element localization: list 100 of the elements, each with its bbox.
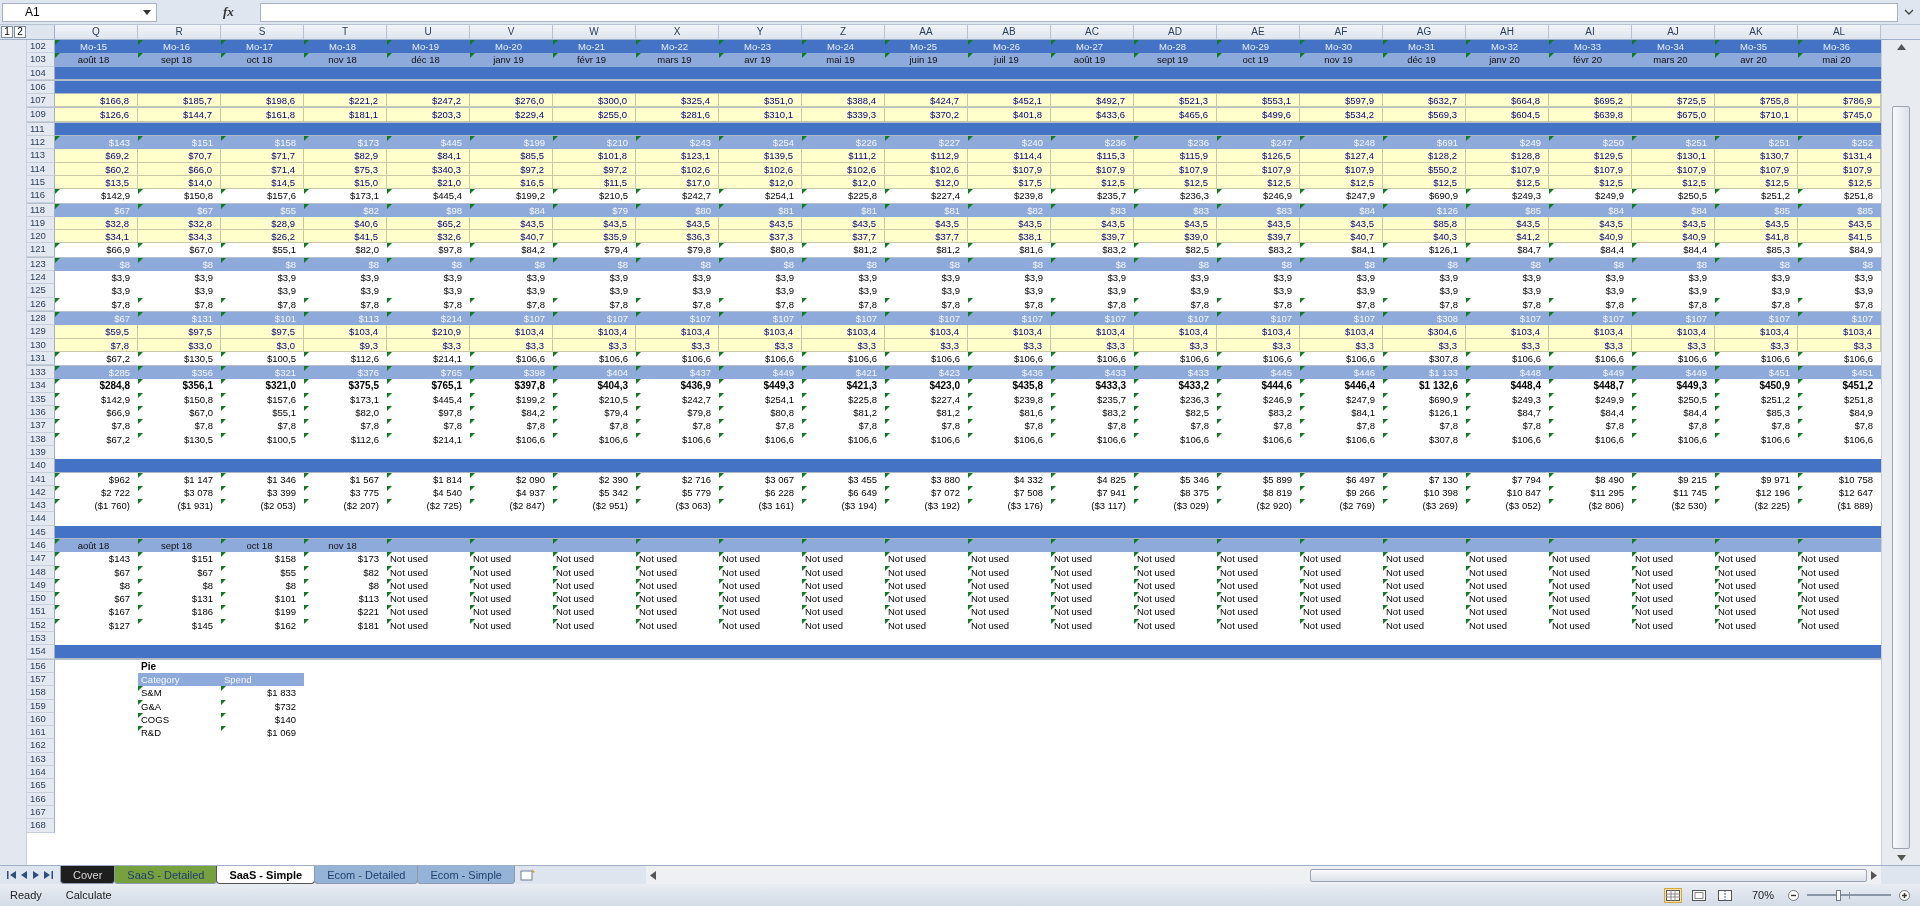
normal-view-icon[interactable] [1663, 887, 1682, 903]
zoom-out-icon[interactable] [1788, 889, 1799, 901]
sheet-tab[interactable]: Ecom - Simple [417, 866, 515, 884]
row-header[interactable]: 140 [27, 459, 55, 473]
column-header[interactable]: Y [719, 25, 802, 39]
column-header[interactable]: AH [1466, 25, 1549, 39]
table-cell: $249,3 [1466, 189, 1549, 203]
row-header[interactable]: 147 [27, 552, 55, 566]
row-header[interactable]: 118 [27, 203, 55, 217]
table-cell: $446 [1300, 366, 1383, 380]
table-cell: $103,4 [1051, 325, 1134, 339]
column-header[interactable]: R [138, 25, 221, 39]
sheet-tab[interactable]: Cover [60, 866, 116, 884]
formula-field[interactable] [259, 2, 1898, 22]
next-sheet-icon[interactable] [32, 871, 39, 879]
last-sheet-icon[interactable] [44, 871, 54, 879]
scroll-right-icon[interactable] [1871, 870, 1877, 880]
column-header[interactable]: AK [1715, 25, 1798, 39]
column-header[interactable]: AJ [1632, 25, 1715, 39]
column-header[interactable]: AG [1383, 25, 1466, 39]
row-header[interactable]: 165 [27, 779, 55, 793]
row-header[interactable]: 143 [27, 499, 55, 513]
calculate-status[interactable]: Calculate [65, 889, 112, 901]
column-header[interactable]: Z [802, 25, 885, 39]
row-header[interactable]: 121 [27, 243, 55, 257]
row-header[interactable]: 123 [27, 257, 55, 272]
column-header[interactable]: AI [1549, 25, 1632, 39]
row-header[interactable]: 111 [27, 122, 55, 137]
row-header[interactable]: 120 [27, 230, 55, 244]
first-sheet-icon[interactable] [6, 871, 16, 879]
caret-icon[interactable] [143, 9, 151, 15]
row-header[interactable]: 144 [27, 512, 55, 526]
row-header[interactable]: 156 [27, 659, 55, 673]
row-header[interactable]: 116 [27, 189, 55, 203]
row-header[interactable]: 136 [27, 406, 55, 420]
slider-thumb[interactable] [1836, 889, 1842, 901]
outline-level-button[interactable]: 2 [14, 26, 26, 38]
page-layout-icon[interactable] [1689, 887, 1708, 903]
row-header[interactable]: 168 [27, 819, 55, 833]
function-label[interactable]: fx [223, 4, 234, 20]
page-break-icon[interactable] [1715, 887, 1734, 903]
row-header[interactable]: 158 [27, 686, 55, 700]
previous-sheet-icon[interactable] [21, 871, 28, 879]
scrollbar-thumb[interactable] [1892, 106, 1910, 849]
column-header[interactable]: AL [1798, 25, 1881, 39]
column-header[interactable]: V [470, 25, 553, 39]
row-header[interactable]: 151 [27, 605, 55, 619]
vertical-scrollbar[interactable] [1881, 40, 1920, 865]
row-header[interactable]: 162 [27, 739, 55, 753]
column-header[interactable]: AD [1134, 25, 1217, 39]
scroll-down-icon[interactable] [1896, 855, 1906, 861]
table-cell: $236 [1134, 136, 1217, 150]
row-header[interactable]: 125 [27, 284, 55, 298]
column-header[interactable]: U [387, 25, 470, 39]
table-cell: $8 [636, 257, 719, 272]
sheet-tab[interactable]: Ecom - Detailed [314, 866, 419, 884]
sheet-tab[interactable]: SaaS - Simple [216, 866, 316, 884]
row-header[interactable]: 153 [27, 632, 55, 646]
row-header[interactable]: 107 [27, 94, 55, 108]
chevron-icon[interactable] [1904, 8, 1914, 16]
column-header[interactable]: AB [968, 25, 1051, 39]
row-header[interactable]: 161 [27, 726, 55, 740]
table-cell: $254,1 [719, 189, 802, 203]
row-header[interactable]: 128 [27, 311, 55, 326]
table-cell: $307,8 [1383, 351, 1466, 366]
outline-level-button[interactable]: 1 [1, 26, 13, 38]
row-header[interactable]: 124 [27, 271, 55, 285]
column-header[interactable]: X [636, 25, 719, 39]
scroll-left-icon[interactable] [649, 870, 656, 880]
row-header[interactable]: 133 [27, 366, 55, 380]
row-header[interactable]: 112 [27, 136, 55, 150]
column-header[interactable]: S [221, 25, 304, 39]
scrollbar-thumb[interactable] [1309, 868, 1867, 882]
name-box[interactable]: A1 [2, 2, 157, 22]
row-header[interactable]: 164 [27, 766, 55, 780]
row-header[interactable]: 134 [27, 379, 55, 393]
column-header[interactable]: AF [1300, 25, 1383, 39]
table-cell: Not used [1217, 578, 1300, 593]
column-header[interactable]: Q [55, 25, 138, 39]
column-header[interactable]: AC [1051, 25, 1134, 39]
row-header[interactable]: 106 [27, 80, 55, 95]
column-header[interactable]: AA [885, 25, 968, 39]
zoom-in-icon[interactable] [1899, 889, 1910, 901]
row-header[interactable]: 150 [27, 592, 55, 606]
column-header[interactable]: AE [1217, 25, 1300, 39]
row-header[interactable]: 137 [27, 419, 55, 433]
table-cell: $107 [1798, 311, 1881, 326]
zoom-level[interactable]: 70% [1751, 889, 1774, 901]
horizontal-scrollbar[interactable] [645, 866, 1881, 884]
row-header[interactable]: 154 [27, 645, 55, 659]
sheet-tab[interactable]: SaaS - Detailed [114, 866, 218, 884]
scroll-up-icon[interactable] [1896, 44, 1906, 50]
table-cell: $81,2 [802, 243, 885, 257]
row-header[interactable]: 109 [27, 108, 55, 122]
row-header[interactable]: 113 [27, 149, 55, 163]
row-header[interactable]: 102 [27, 40, 55, 54]
row-header[interactable]: 129 [27, 325, 55, 339]
column-header[interactable]: W [553, 25, 636, 39]
row-header[interactable]: 103 [27, 53, 55, 67]
column-header[interactable]: T [304, 25, 387, 39]
